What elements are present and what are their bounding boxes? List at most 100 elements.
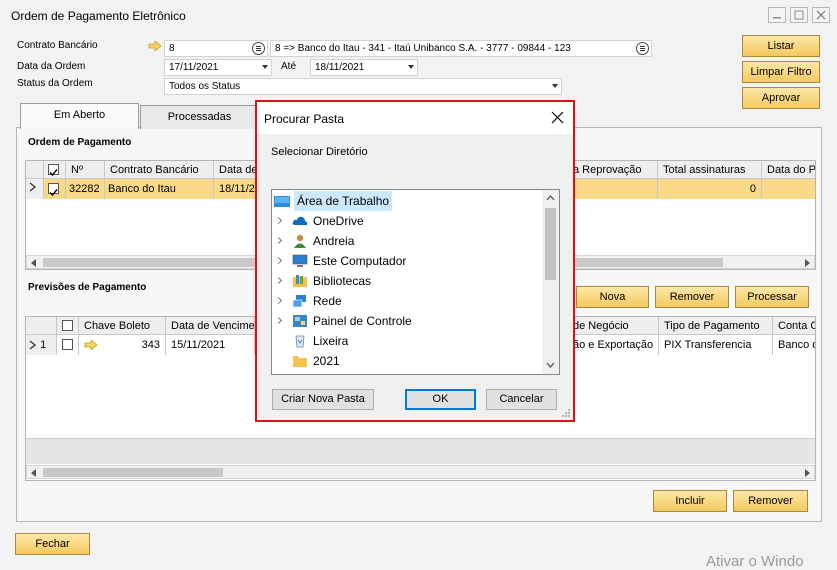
header-contrato[interactable]: Contrato Bancário — [105, 161, 214, 179]
scroll-down-icon[interactable] — [546, 362, 555, 368]
remover-previsao-button[interactable]: Remover — [655, 286, 729, 308]
dropdown-arrow-icon[interactable] — [552, 84, 558, 88]
remover-button[interactable]: Remover — [733, 490, 808, 512]
cell-conta: Banco d — [773, 335, 815, 355]
data-from-input[interactable]: 17/11/2021 — [164, 59, 272, 76]
header-cell[interactable] — [44, 161, 66, 179]
tree-item-network[interactable]: Rede — [272, 291, 542, 311]
tree-item-libraries[interactable]: Bibliotecas — [272, 271, 542, 291]
tab-processadas[interactable]: Processadas — [140, 105, 259, 129]
tab-em-aberto[interactable]: Em Aberto — [20, 103, 139, 129]
browse-folder-dialog: Procurar Pasta Selecionar Diretório Área… — [255, 100, 575, 422]
cell-vencimento: 15/11/2021 — [166, 335, 255, 355]
header-data-p[interactable]: Data do P — [762, 161, 815, 179]
horizontal-scrollbar[interactable] — [26, 465, 815, 479]
resize-grip-icon[interactable] — [562, 409, 571, 418]
cell-total: 0 — [658, 179, 762, 199]
dropdown-arrow-icon[interactable] — [262, 65, 268, 69]
status-select[interactable]: Todos os Status — [164, 78, 562, 95]
ok-button[interactable]: OK — [405, 389, 476, 410]
header-total[interactable]: Total assinaturas — [658, 161, 762, 179]
fechar-button[interactable]: Fechar — [15, 533, 90, 555]
expand-icon[interactable] — [274, 236, 283, 245]
choose-list-icon[interactable] — [252, 42, 265, 55]
title-bar: Ordem de Pagamento Eletrônico — [0, 0, 837, 32]
expand-icon[interactable] — [274, 256, 283, 265]
listar-button[interactable]: Listar — [742, 35, 820, 57]
aprovar-button[interactable]: Aprovar — [742, 87, 820, 109]
header-num[interactable]: Nº — [66, 161, 105, 179]
header-cell[interactable] — [57, 317, 79, 335]
network-icon — [292, 295, 306, 308]
data-from-value: 17/11/2021 — [169, 62, 219, 73]
select-all-checkbox[interactable] — [62, 320, 73, 331]
header-vencimento[interactable]: Data de Vencimen — [166, 317, 255, 335]
header-data[interactable]: Data de — [214, 161, 258, 179]
cell-tipo: PIX Transferencia — [659, 335, 773, 355]
expand-icon[interactable] — [274, 216, 283, 225]
minimize-button[interactable] — [768, 7, 786, 23]
header-reprovacao[interactable]: a Reprovação — [573, 161, 658, 179]
tree-item-desktop[interactable]: Área de Trabalho — [272, 191, 542, 211]
close-icon[interactable] — [551, 111, 564, 124]
scroll-up-icon[interactable] — [546, 195, 555, 201]
expand-icon[interactable] — [274, 276, 283, 285]
tree-item-label: OneDrive — [313, 214, 364, 228]
create-folder-button[interactable]: Criar Nova Pasta — [272, 389, 374, 410]
tree-item-computer[interactable]: Este Computador — [272, 251, 542, 271]
check-icon — [49, 189, 58, 197]
link-arrow-icon[interactable] — [148, 41, 162, 51]
dialog-title: Procurar Pasta — [264, 112, 345, 126]
tree-item-control-panel[interactable]: Painel de Controle — [272, 311, 542, 331]
select-all-checkbox[interactable] — [48, 164, 59, 177]
scroll-left-icon[interactable] — [31, 259, 36, 267]
folder-tree[interactable]: Área de Trabalho OneDrive Andreia Este C… — [271, 189, 560, 375]
expand-icon[interactable] — [274, 296, 283, 305]
tree-item-2021[interactable]: 2021 — [272, 351, 542, 371]
header-conta[interactable]: Conta C — [773, 317, 815, 335]
header-chave[interactable]: Chave Boleto — [79, 317, 166, 335]
maximize-icon — [794, 10, 804, 20]
cell-reprovacao — [573, 179, 658, 199]
scroll-thumb[interactable] — [43, 468, 223, 477]
incluir-button[interactable]: Incluir — [653, 490, 727, 512]
row-checkbox-cell[interactable] — [44, 179, 66, 199]
choose-list-icon[interactable] — [636, 42, 649, 55]
tree-item-recycle-bin[interactable]: Lixeira — [272, 331, 542, 351]
cell-data-p — [762, 179, 815, 199]
dropdown-arrow-icon[interactable] — [408, 65, 414, 69]
close-window-button[interactable] — [812, 7, 830, 23]
header-tipo[interactable]: Tipo de Pagamento — [659, 317, 773, 335]
cancel-button[interactable]: Cancelar — [486, 389, 557, 410]
nova-button[interactable]: Nova — [576, 286, 649, 308]
vertical-scrollbar[interactable] — [542, 190, 559, 374]
scroll-thumb[interactable] — [545, 208, 556, 280]
data-ordem-label: Data da Ordem — [17, 61, 86, 72]
scroll-right-icon[interactable] — [805, 469, 810, 477]
row-checkbox[interactable] — [48, 183, 59, 197]
tree-item-onedrive[interactable]: OneDrive — [272, 211, 542, 231]
tree-item-label: Lixeira — [313, 334, 349, 348]
ate-label: Até — [281, 61, 297, 72]
limpar-filtro-button[interactable]: Limpar Filtro — [742, 61, 820, 83]
scroll-left-icon[interactable] — [31, 469, 36, 477]
control-panel-icon — [293, 315, 307, 327]
contrato-input[interactable]: 8 — [164, 40, 268, 57]
cell-contrato: Banco do Itau — [105, 179, 214, 199]
processar-button[interactable]: Processar — [735, 286, 809, 308]
header-negocio[interactable]: de Negócio — [573, 317, 659, 335]
row-arrow-icon — [29, 340, 37, 350]
row-checkbox[interactable] — [62, 339, 73, 350]
data-to-input[interactable]: 18/11/2021 — [310, 59, 418, 76]
desktop-folder-icon — [274, 196, 290, 207]
row-checkbox-cell[interactable] — [57, 335, 79, 355]
maximize-button[interactable] — [790, 7, 808, 23]
tree-item-label: Painel de Controle — [313, 314, 412, 328]
header-cell — [26, 317, 57, 335]
cell-chave-value: 343 — [141, 339, 160, 351]
computer-icon — [292, 254, 308, 267]
tree-item-user[interactable]: Andreia — [272, 231, 542, 251]
expand-icon[interactable] — [274, 316, 283, 325]
scroll-right-icon[interactable] — [805, 259, 810, 267]
tree-item-label: Rede — [313, 294, 342, 308]
